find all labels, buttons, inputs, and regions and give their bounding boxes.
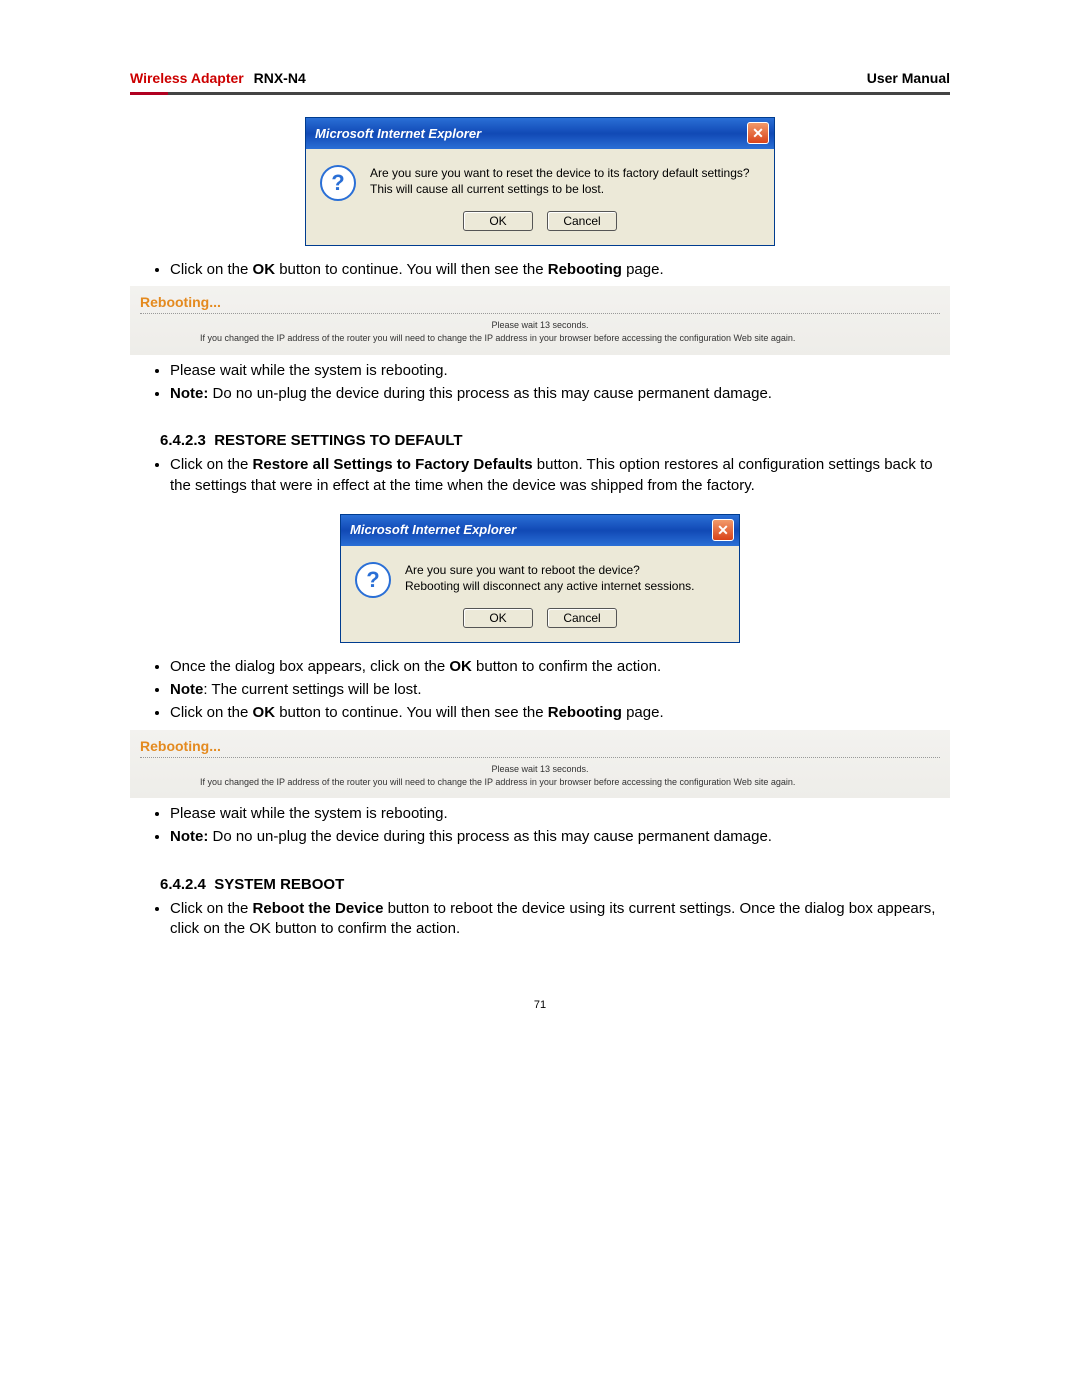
section-heading-restore: 6.4.2.3 RESTORE SETTINGS TO DEFAULT: [160, 432, 950, 449]
header-right: User Manual: [867, 70, 950, 86]
ok-button[interactable]: OK: [463, 211, 533, 231]
close-icon[interactable]: ✕: [712, 519, 734, 541]
list-item: Click on the OK button to continue. You …: [170, 703, 950, 723]
rebooting-note-text: If you changed the IP address of the rou…: [140, 774, 940, 789]
dialog-message: Are you sure you want to reboot the devi…: [405, 562, 695, 598]
header-brand: Wireless Adapter: [130, 70, 244, 86]
rebooting-wait-text: Please wait 13 seconds.: [140, 320, 940, 330]
list-item: Note: Do no un-plug the device during th…: [170, 827, 950, 847]
dialog-message: Are you sure you want to reset the devic…: [370, 165, 750, 201]
instruction-list: Click on the Reboot the Device button to…: [170, 899, 950, 940]
header-left: Wireless Adapter RNX-N4: [130, 70, 306, 86]
dialog-title: Microsoft Internet Explorer: [315, 126, 481, 141]
header-rule: [130, 92, 950, 99]
dialog-titlebar: Microsoft Internet Explorer ✕: [341, 515, 739, 546]
list-item: Note: Do no un-plug the device during th…: [170, 384, 950, 404]
cancel-button[interactable]: Cancel: [547, 608, 617, 628]
page-header: Wireless Adapter RNX-N4 User Manual: [130, 70, 950, 92]
ok-button[interactable]: OK: [463, 608, 533, 628]
rebooting-title: Rebooting...: [140, 738, 940, 758]
instruction-list: Click on the Restore all Settings to Fac…: [170, 455, 950, 496]
instruction-list: Please wait while the system is rebootin…: [170, 361, 950, 405]
rebooting-panel: Rebooting... Please wait 13 seconds. If …: [130, 286, 950, 355]
rebooting-note-text: If you changed the IP address of the rou…: [140, 330, 940, 345]
close-icon[interactable]: ✕: [747, 122, 769, 144]
page-number: 71: [130, 999, 950, 1011]
rebooting-title: Rebooting...: [140, 294, 940, 314]
instruction-list: Click on the OK button to continue. You …: [170, 260, 950, 280]
section-heading-reboot: 6.4.2.4 SYSTEM REBOOT: [160, 876, 950, 893]
list-item: Please wait while the system is rebootin…: [170, 361, 950, 381]
cancel-button[interactable]: Cancel: [547, 211, 617, 231]
factory-reset-dialog: Microsoft Internet Explorer ✕ ? Are you …: [305, 117, 775, 246]
list-item: Click on the Reboot the Device button to…: [170, 899, 950, 940]
dialog-title: Microsoft Internet Explorer: [350, 522, 516, 537]
header-model: RNX-N4: [254, 70, 306, 86]
reboot-dialog: Microsoft Internet Explorer ✕ ? Are you …: [340, 514, 740, 643]
question-icon: ?: [320, 165, 356, 201]
instruction-list: Once the dialog box appears, click on th…: [170, 657, 950, 724]
rebooting-panel: Rebooting... Please wait 13 seconds. If …: [130, 730, 950, 799]
list-item: Click on the OK button to continue. You …: [170, 260, 950, 280]
rebooting-wait-text: Please wait 13 seconds.: [140, 764, 940, 774]
list-item: Note: The current settings will be lost.: [170, 680, 950, 700]
list-item: Once the dialog box appears, click on th…: [170, 657, 950, 677]
dialog-titlebar: Microsoft Internet Explorer ✕: [306, 118, 774, 149]
question-icon: ?: [355, 562, 391, 598]
list-item: Click on the Restore all Settings to Fac…: [170, 455, 950, 496]
list-item: Please wait while the system is rebootin…: [170, 804, 950, 824]
instruction-list: Please wait while the system is rebootin…: [170, 804, 950, 848]
